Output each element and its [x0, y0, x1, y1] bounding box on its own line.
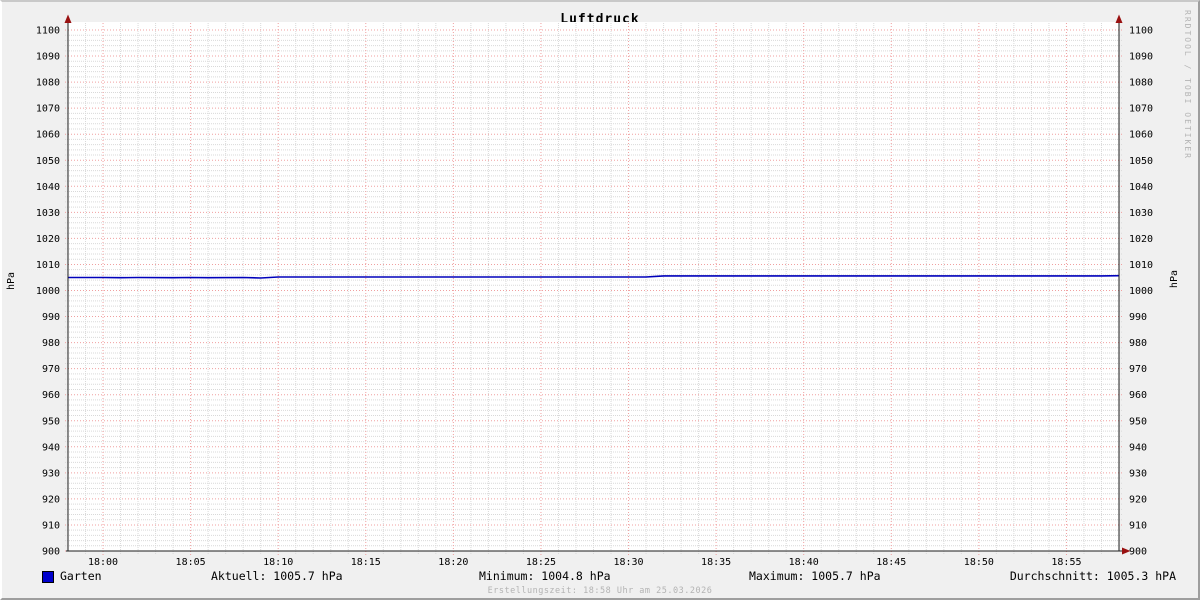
x-tick-label: 18:45	[876, 557, 906, 568]
legend-row: Garten Aktuell: 1005.7 hPa Minimum: 1004…	[2, 569, 1198, 584]
y-tick-label: 1080	[36, 78, 60, 89]
y-tick-label: 980	[1129, 338, 1147, 349]
x-tick-label: 18:50	[964, 557, 994, 568]
y-tick-label: 1090	[1129, 52, 1153, 63]
y-tick-label: 1040	[36, 182, 60, 193]
y-tick-label: 1060	[1129, 130, 1153, 141]
y-tick-label: 1030	[36, 208, 60, 219]
x-tick-label: 18:10	[263, 557, 293, 568]
y-tick-label: 910	[1129, 520, 1147, 531]
y-axis-arrow-left	[65, 15, 72, 24]
x-tick-label: 18:25	[526, 557, 556, 568]
y-tick-label: 900	[42, 547, 60, 558]
y-tick-label: 1000	[1129, 286, 1153, 297]
y-tick-label: 930	[42, 468, 60, 479]
y-axis-arrow-right	[1116, 15, 1123, 24]
y-tick-label: 940	[1129, 442, 1147, 453]
stat-minimum: Minimum: 1004.8 hPa	[479, 569, 611, 583]
x-tick-label: 18:30	[613, 557, 643, 568]
y-tick-label: 910	[42, 520, 60, 531]
y-tick-label: 920	[42, 494, 60, 505]
plot-area: 900 900 910 910 920 920 930 930 940 940 950 950 960 9…	[2, 2, 1200, 600]
y-tick-label: 1010	[36, 260, 60, 271]
y-tick-label: 1060	[36, 130, 60, 141]
y-tick-label: 1050	[1129, 156, 1153, 167]
x-tick-label: 18:55	[1051, 557, 1081, 568]
y-tick-label: 990	[1129, 312, 1147, 323]
x-tick-label: 18:35	[701, 557, 731, 568]
y-tick-label: 900	[1129, 547, 1147, 558]
y-tick-label: 940	[42, 442, 60, 453]
y-tick-label: 1100	[36, 26, 60, 37]
x-tick-labels: 18:00 18:05 18:10 18:15 18:20 18:25 18:30 18:35…	[88, 557, 1082, 568]
y-tick-label: 960	[1129, 390, 1147, 401]
y-tick-label: 1080	[1129, 78, 1153, 89]
x-tick-label: 18:05	[176, 557, 206, 568]
y-tick-label: 1030	[1129, 208, 1153, 219]
y-tick-label: 1100	[1129, 26, 1153, 37]
stat-aktuell: Aktuell: 1005.7 hPa	[211, 569, 343, 583]
legend-series-label: Garten	[60, 569, 102, 583]
y-tick-label: 1090	[36, 52, 60, 63]
y-tick-label: 1020	[36, 234, 60, 245]
y-tick-label: 1010	[1129, 260, 1153, 271]
x-tick-label: 18:00	[88, 557, 118, 568]
y-tick-label: 950	[42, 416, 60, 427]
y-tick-label: 970	[42, 364, 60, 375]
y-tick-label: 1070	[1129, 104, 1153, 115]
stat-durchschnitt: Durchschnitt: 1005.3 hPA	[1010, 569, 1176, 583]
y-tick-label: 980	[42, 338, 60, 349]
y-tick-label: 1020	[1129, 234, 1153, 245]
y-tick-label: 970	[1129, 364, 1147, 375]
y-tick-label: 1040	[1129, 182, 1153, 193]
x-tick-label: 18:15	[351, 557, 381, 568]
y-tick-label: 1000	[36, 286, 60, 297]
x-tick-label: 18:20	[438, 557, 468, 568]
y-tick-label: 990	[42, 312, 60, 323]
y-tick-label: 920	[1129, 494, 1147, 505]
legend-swatch-garten	[42, 571, 54, 583]
y-tick-label: 950	[1129, 416, 1147, 427]
stat-maximum: Maximum: 1005.7 hPa	[749, 569, 881, 583]
y-tick-label: 960	[42, 390, 60, 401]
y-tick-label: 1070	[36, 104, 60, 115]
y-tick-label: 930	[1129, 468, 1147, 479]
y-tick-label: 1050	[36, 156, 60, 167]
rrdtool-graph-window: Luftdruck RRDTOOL / TOBI OETIKER hPa hPa…	[0, 0, 1200, 600]
creation-time: Erstellungszeit: 18:58 Uhr am 25.03.2026	[2, 586, 1198, 596]
x-tick-label: 18:40	[789, 557, 819, 568]
